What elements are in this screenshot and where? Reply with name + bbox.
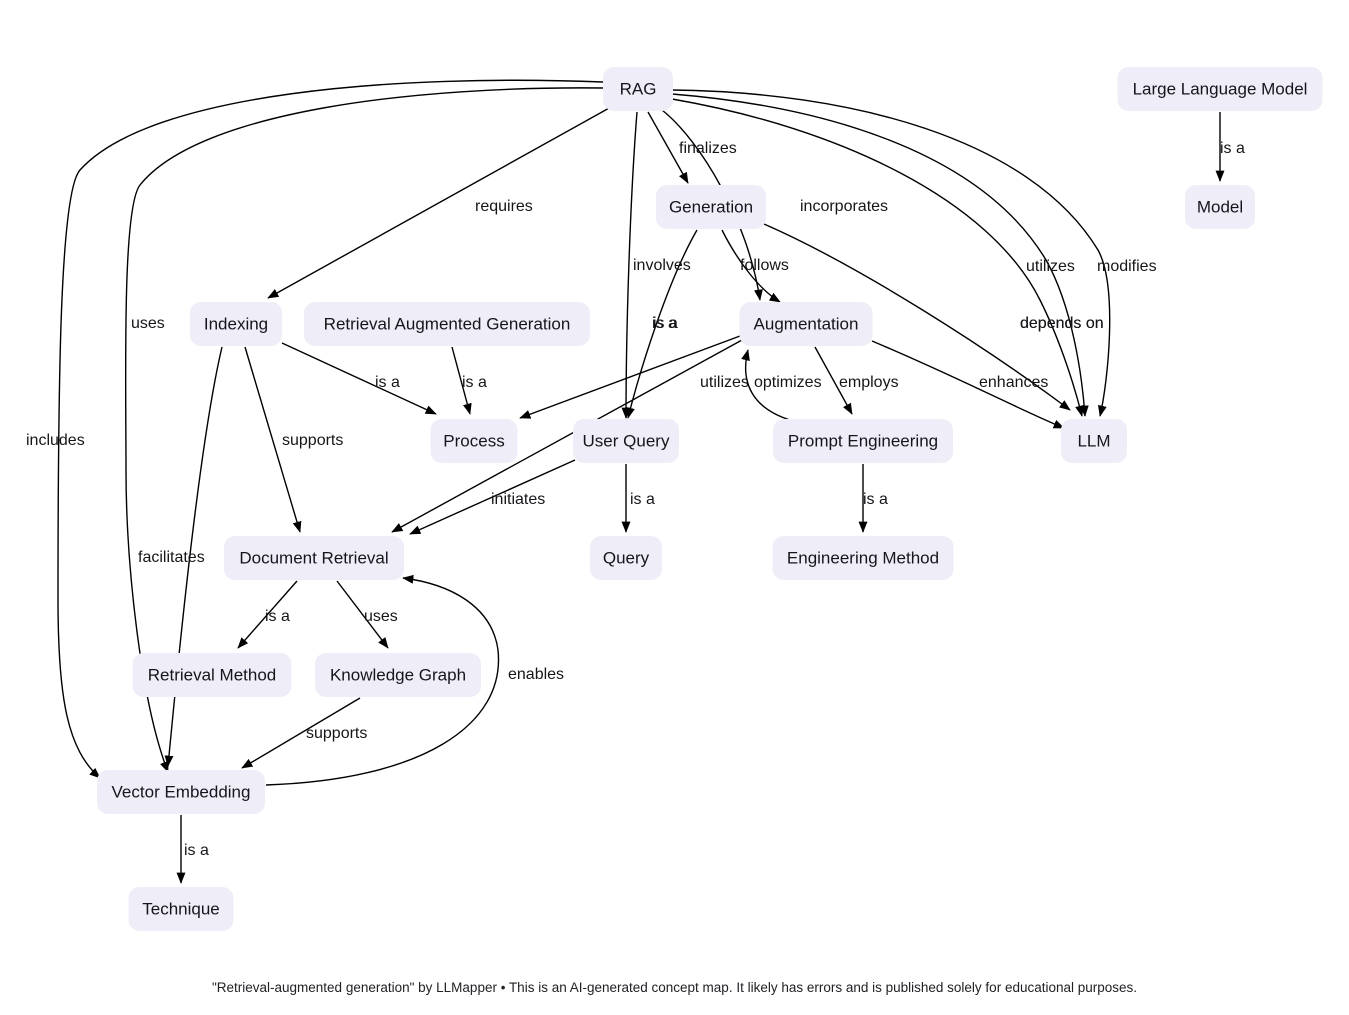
edge-label-augmentation-is_a-process: is a — [652, 315, 677, 332]
node-retrieval_method[interactable]: Retrieval Method — [132, 653, 292, 697]
edge-label-rag-incorporates-augmentation: incorporates — [800, 198, 888, 215]
edge-label-user_query-initiates-document_retrieval: initiates — [491, 491, 545, 508]
node-large_language_model[interactable]: Large Language Model — [1117, 67, 1323, 111]
node-knowledge_graph[interactable]: Knowledge Graph — [315, 653, 481, 697]
edge-label-rag-uses-vector_embedding: uses — [131, 315, 165, 332]
edge-label-user_query-is_a-query: is a — [630, 491, 655, 508]
edge-rag-requires-indexing — [267, 106, 612, 299]
edge-label-document_retrieval-uses-knowledge_graph: uses — [364, 608, 398, 625]
edge-label-rag-modifies-llm: modifies — [1097, 258, 1157, 275]
node-label-generation: Generation — [669, 197, 753, 216]
node-label-process: Process — [443, 431, 504, 450]
node-user_query[interactable]: User Query — [573, 419, 679, 463]
edge-label-indexing-supports-document_retrieval: supports — [282, 432, 343, 449]
edge-label-generation-follows-augmentation: follows — [740, 257, 789, 274]
edge-label-large_language_model-is_a-model: is a — [1220, 140, 1245, 157]
node-llm[interactable]: LLM — [1061, 419, 1127, 463]
node-document_retrieval[interactable]: Document Retrieval — [224, 536, 404, 580]
edge-label-prompt_engineering-is_a-engineering_method: is a — [863, 491, 888, 508]
concept-map: includes uses requires finalizes is a incorpo… — [0, 0, 1349, 1015]
edge-label-augmentation-enhances-llm: enhances — [979, 374, 1048, 391]
node-label-retrieval_method: Retrieval Method — [148, 665, 277, 684]
edge-label-rag-requires-indexing: requires — [475, 198, 533, 215]
edge-label-prompt_engineering-optimizes-augmentation: optimizes — [754, 374, 822, 391]
node-label-engineering_method: Engineering Method — [787, 548, 939, 567]
node-label-indexing: Indexing — [204, 314, 268, 333]
node-label-retrieval_augmented_generation: Retrieval Augmented Generation — [324, 314, 571, 333]
edge-label-vector_embedding-is_a-technique: is a — [184, 842, 209, 859]
edge-label-rag-finalizes-generation: finalizes — [679, 140, 737, 157]
nodes-layer: RAG Large Language Model Model Generation In… — [97, 67, 1323, 931]
node-rag[interactable]: RAG — [603, 67, 673, 111]
node-label-model: Model — [1197, 197, 1243, 216]
edge-label-knowledge_graph-supports-vector_embedding: supports — [306, 725, 367, 742]
edge-label-indexing-is_a-process: is a — [375, 374, 400, 391]
node-label-augmentation: Augmentation — [754, 314, 859, 333]
node-label-large_language_model: Large Language Model — [1133, 79, 1308, 98]
node-label-knowledge_graph: Knowledge Graph — [330, 665, 466, 684]
node-retrieval_augmented_generation[interactable]: Retrieval Augmented Generation — [304, 302, 590, 346]
node-label-llm: LLM — [1077, 431, 1110, 450]
edge-rag-modifies-llm — [671, 89, 1111, 417]
node-label-technique: Technique — [142, 899, 220, 918]
node-augmentation[interactable]: Augmentation — [739, 302, 873, 346]
edge-label-augmentation-utilizes-document_retrieval: utilizes — [700, 374, 749, 391]
edge-label-augmentation-employs-prompt_engineering: employs — [839, 374, 899, 391]
edge-indexing-is_a-process — [281, 342, 437, 415]
node-engineering_method[interactable]: Engineering Method — [772, 536, 954, 580]
node-prompt_engineering[interactable]: Prompt Engineering — [773, 419, 953, 463]
node-query[interactable]: Query — [590, 536, 662, 580]
node-technique[interactable]: Technique — [128, 887, 234, 931]
edge-labels-layer: includes uses requires finalizes is a incorpo… — [26, 140, 1245, 859]
edge-label-rag-includes-vector_embedding: includes — [26, 432, 85, 449]
node-model[interactable]: Model — [1185, 185, 1255, 229]
node-label-vector_embedding: Vector Embedding — [112, 782, 251, 801]
concept-map-canvas: includes uses requires finalizes is a incorpo… — [26, 67, 1323, 995]
node-label-prompt_engineering: Prompt Engineering — [788, 431, 938, 450]
edge-label-rag-utilizes-llm: utilizes — [1026, 258, 1075, 275]
edge-label-indexing-facilitates-vector_embedding: facilitates — [138, 549, 205, 566]
node-vector_embedding[interactable]: Vector Embedding — [97, 770, 265, 814]
edge-label-vector_embedding-enables-document_retrieval: enables — [508, 666, 564, 683]
edge-label-generation-involves-user_query: involves — [633, 257, 691, 274]
edge-label-generation-depends_on-prompt_engineering: depends on — [1020, 315, 1104, 332]
node-generation[interactable]: Generation — [656, 185, 766, 229]
diagram-caption: "Retrieval-augmented generation" by LLMa… — [212, 980, 1137, 995]
node-process[interactable]: Process — [430, 419, 518, 463]
edge-label-document_retrieval-is_a-retrieval_method: is a — [265, 608, 290, 625]
node-label-user_query: User Query — [583, 431, 670, 450]
node-indexing[interactable]: Indexing — [190, 302, 282, 346]
node-label-rag: RAG — [620, 79, 657, 98]
node-label-document_retrieval: Document Retrieval — [239, 548, 388, 567]
edges-layer — [57, 79, 1225, 884]
edge-label-retrieval_augmented_generation-is_a-process: is a — [462, 374, 487, 391]
node-label-query: Query — [603, 548, 650, 567]
